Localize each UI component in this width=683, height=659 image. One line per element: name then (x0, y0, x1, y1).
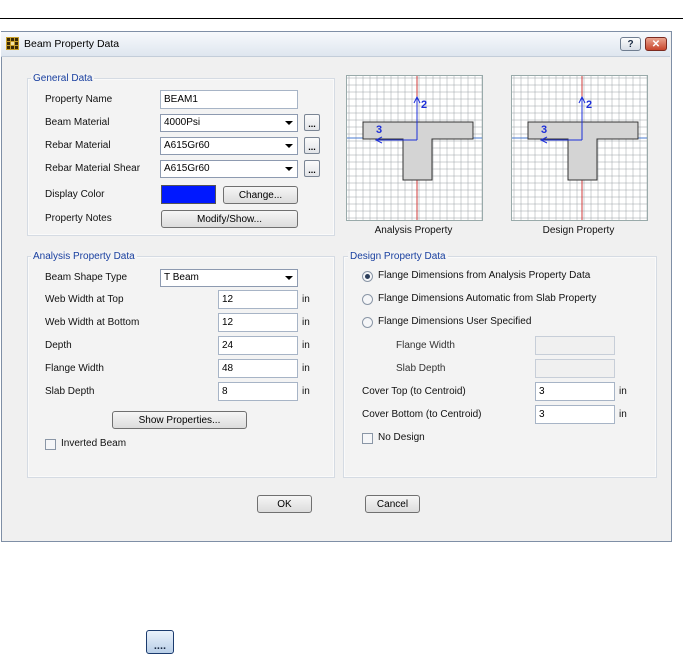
beam-shape-type-value: T Beam (164, 272, 199, 283)
axis-3-label: 3 (376, 124, 382, 136)
chevron-down-icon (285, 276, 293, 280)
cover-bottom-input[interactable]: 3 (535, 405, 615, 424)
design-slab-depth-input[interactable] (535, 359, 615, 378)
design-property-preview: 23 (511, 75, 648, 221)
help-button[interactable]: ? (620, 37, 641, 51)
change-color-button[interactable]: Change... (223, 186, 298, 204)
rebar-material-value: A615Gr60 (164, 140, 210, 151)
close-icon: ✕ (651, 38, 661, 50)
rebar-shear-select[interactable]: A615Gr60 (160, 160, 298, 178)
design-flange-width-input[interactable] (535, 336, 615, 355)
cover-bottom-label: Cover Bottom (to Centroid) (362, 409, 482, 420)
app-grid-icon (6, 37, 19, 50)
flange-user-specified-radio[interactable] (362, 317, 373, 328)
beam-shape-type-select[interactable]: T Beam (160, 269, 298, 287)
slab-depth-input[interactable]: 8 (218, 382, 298, 401)
general-data-title: General Data (31, 73, 95, 84)
axis-2-label: 2 (421, 99, 427, 111)
flange-user-specified-label: Flange Dimensions User Specified (378, 316, 532, 327)
slab-depth-label: Slab Depth (45, 386, 95, 397)
depth-input[interactable]: 24 (218, 336, 298, 355)
property-notes-label: Property Notes (45, 213, 112, 224)
beam-material-label: Beam Material (45, 117, 110, 128)
close-button[interactable]: ✕ (645, 37, 667, 51)
slab-depth-unit: in (302, 386, 310, 397)
analysis-section-drawing: 23 (347, 76, 482, 220)
show-properties-button[interactable]: Show Properties... (112, 411, 247, 429)
inverted-beam-label: Inverted Beam (61, 438, 127, 449)
axis-3-label: 3 (541, 124, 547, 136)
chevron-down-icon (285, 121, 293, 125)
axis-2-label: 2 (586, 99, 592, 111)
web-width-top-input[interactable]: 12 (218, 290, 298, 309)
design-slab-depth-label: Slab Depth (396, 363, 446, 374)
beam-material-value: 4000Psi (164, 117, 201, 128)
web-width-bottom-unit: in (302, 317, 310, 328)
cancel-button[interactable]: Cancel (365, 495, 420, 513)
cover-top-input[interactable]: 3 (535, 382, 615, 401)
chevron-down-icon (285, 167, 293, 171)
cover-top-label: Cover Top (to Centroid) (362, 386, 466, 397)
flange-width-unit: in (302, 363, 310, 374)
flange-width-input[interactable]: 48 (218, 359, 298, 378)
beam-material-select[interactable]: 4000Psi (160, 114, 298, 132)
display-color-swatch[interactable] (161, 185, 216, 204)
ok-button[interactable]: OK (257, 495, 312, 513)
property-name-input[interactable]: BEAM1 (160, 90, 298, 109)
flange-from-analysis-radio[interactable] (362, 271, 373, 282)
rebar-shear-ellipsis-button[interactable]: ... (304, 160, 320, 177)
rebar-material-select[interactable]: A615Gr60 (160, 137, 298, 155)
ellipsis-button-icon: .... (146, 630, 174, 654)
no-design-label: No Design (378, 432, 425, 443)
design-property-caption: Design Property (542, 225, 615, 236)
depth-label: Depth (45, 340, 72, 351)
design-section-drawing: 23 (512, 76, 647, 220)
rebar-shear-label: Rebar Material Shear (45, 163, 141, 174)
beam-shape-type-label: Beam Shape Type (45, 272, 128, 283)
help-icon: ? (627, 38, 634, 50)
rebar-shear-value: A615Gr60 (164, 163, 210, 174)
analysis-property-title: Analysis Property Data (31, 251, 137, 262)
web-width-bottom-label: Web Width at Bottom (45, 317, 140, 328)
cover-top-unit: in (619, 386, 627, 397)
modify-show-notes-button[interactable]: Modify/Show... (161, 210, 298, 228)
display-color-label: Display Color (45, 189, 105, 200)
rebar-material-ellipsis-button[interactable]: ... (304, 137, 320, 154)
page-divider-line (0, 18, 683, 19)
flange-width-label: Flange Width (45, 363, 104, 374)
depth-unit: in (302, 340, 310, 351)
analysis-property-preview: 23 (346, 75, 483, 221)
property-name-label: Property Name (45, 94, 113, 105)
analysis-property-caption: Analysis Property (374, 225, 453, 236)
beam-material-ellipsis-button[interactable]: ... (304, 114, 320, 131)
design-flange-width-label: Flange Width (396, 340, 455, 351)
flange-automatic-radio[interactable] (362, 294, 373, 305)
flange-automatic-label: Flange Dimensions Automatic from Slab Pr… (378, 293, 597, 304)
no-design-checkbox[interactable] (362, 433, 373, 444)
cover-bottom-unit: in (619, 409, 627, 420)
design-property-title: Design Property Data (348, 251, 448, 262)
chevron-down-icon (285, 144, 293, 148)
inverted-beam-checkbox[interactable] (45, 439, 56, 450)
web-width-top-unit: in (302, 294, 310, 305)
flange-from-analysis-label: Flange Dimensions from Analysis Property… (378, 270, 591, 281)
dialog-title: Beam Property Data (24, 38, 120, 50)
rebar-material-label: Rebar Material (45, 140, 111, 151)
web-width-top-label: Web Width at Top (45, 294, 124, 305)
web-width-bottom-input[interactable]: 12 (218, 313, 298, 332)
